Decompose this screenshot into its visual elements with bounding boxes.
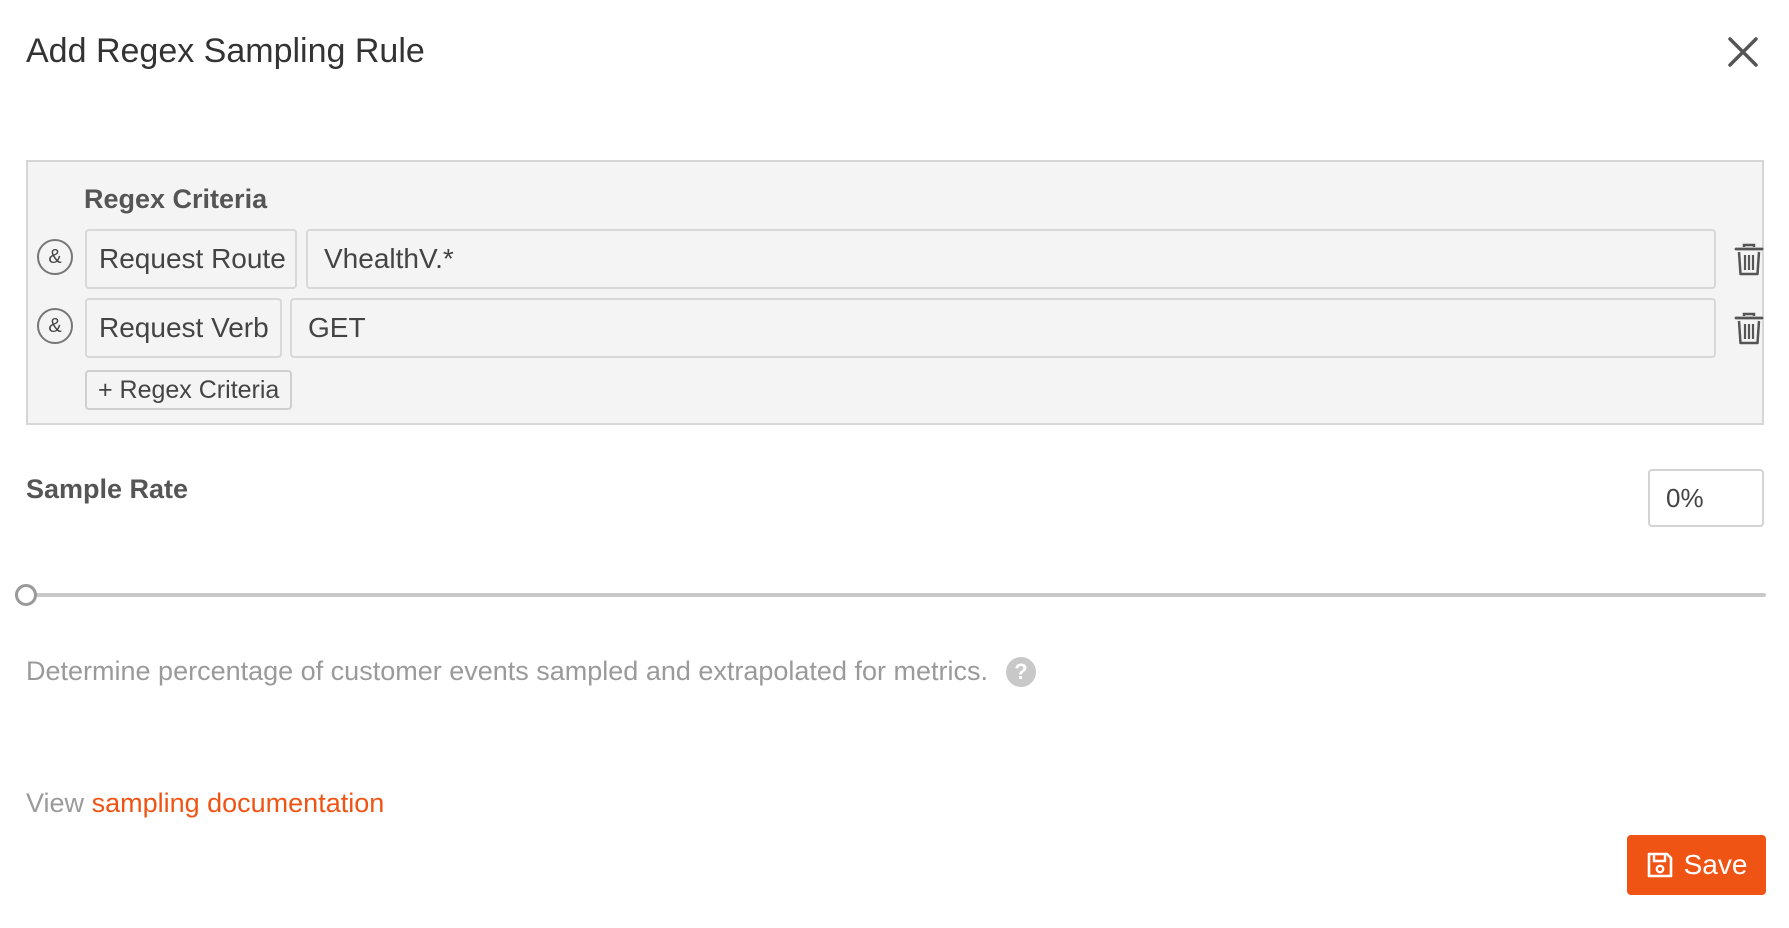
sample-rate-helper: Determine percentage of customer events … — [26, 656, 1036, 687]
and-connector-icon: & — [37, 239, 73, 275]
add-regex-criteria-button[interactable]: + Regex Criteria — [85, 370, 293, 410]
regex-criteria-heading: Regex Criteria — [84, 184, 268, 214]
floppy-disk-icon — [1647, 852, 1672, 878]
delete-criteria-button[interactable] — [1734, 243, 1764, 277]
regex-criteria-panel: Regex Criteria & Request Route & Request… — [26, 160, 1764, 425]
documentation-line: View sampling documentation — [26, 788, 384, 819]
criteria-row: & Request Route — [28, 229, 1764, 289]
slider-track — [26, 593, 1766, 597]
sample-rate-slider[interactable] — [14, 580, 1766, 610]
close-icon — [1728, 37, 1758, 67]
dialog-title: Add Regex Sampling Rule — [26, 32, 425, 70]
trash-icon — [1734, 243, 1764, 276]
sample-rate-label: Sample Rate — [26, 474, 189, 504]
and-connector-icon: & — [37, 308, 73, 344]
save-label: Save — [1683, 849, 1748, 880]
criteria-row: & Request Verb — [28, 298, 1764, 358]
criteria-field-select[interactable]: Request Route — [85, 229, 297, 289]
sample-rate-input[interactable] — [1648, 469, 1764, 527]
slider-thumb[interactable] — [15, 584, 37, 606]
documentation-prefix: View — [26, 788, 85, 818]
save-button[interactable]: Save — [1627, 835, 1766, 895]
delete-criteria-button[interactable] — [1734, 312, 1764, 346]
criteria-regex-input[interactable] — [290, 298, 1716, 358]
helper-text: Determine percentage of customer events … — [26, 656, 988, 686]
criteria-regex-input[interactable] — [306, 229, 1716, 289]
trash-icon — [1734, 312, 1764, 345]
help-icon[interactable]: ? — [1005, 656, 1036, 687]
add-regex-sampling-rule-dialog: Add Regex Sampling Rule Regex Criteria &… — [0, 0, 1789, 928]
close-button[interactable] — [1725, 34, 1761, 70]
criteria-field-select[interactable]: Request Verb — [85, 298, 282, 358]
sampling-documentation-link[interactable]: sampling documentation — [92, 788, 385, 818]
